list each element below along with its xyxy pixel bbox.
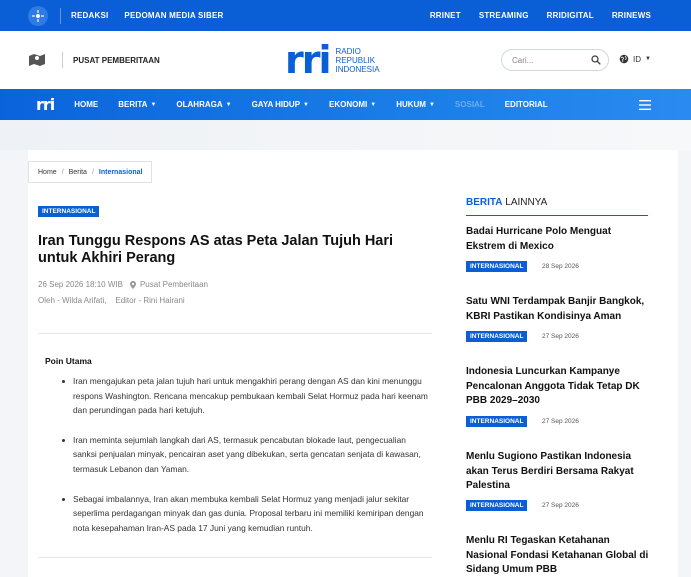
nav-item-label: HOME <box>74 100 99 109</box>
nav-item-label: HUKUM <box>396 100 426 109</box>
top-link-streaming[interactable]: STREAMING <box>479 11 529 20</box>
breadcrumb-separator: / <box>61 168 64 176</box>
related-article-title[interactable]: Badai Hurricane Polo Menguat Ekstrem di … <box>466 225 652 254</box>
divider <box>38 557 432 558</box>
decorative-band <box>0 120 691 150</box>
related-article-title[interactable]: Satu WNI Terdampak Banjir Bangkok, KBRI … <box>466 295 652 324</box>
sidebar-heading: BERITA LAINNYA <box>466 197 547 208</box>
nav-item-label: OLAHRAGA <box>176 100 223 109</box>
nav-item-hukum[interactable]: HUKUM ▼ <box>396 100 435 109</box>
top-bar: REDAKSI PEDOMAN MEDIA SIBER RRINET STREA… <box>0 0 691 31</box>
map-icon[interactable] <box>28 53 46 67</box>
breadcrumb-home[interactable]: Home <box>38 169 57 176</box>
top-link-redaksi[interactable]: REDAKSI <box>71 11 108 20</box>
category-badge[interactable]: INTERNASIONAL <box>466 416 528 427</box>
summary-list: Iran mengajukan peta jalan tujuh hari un… <box>62 374 430 550</box>
main-nav: rri HOME BERITA ▼ OLAHRAGA ▼ GAYA HIDUP ▼ E… <box>0 89 691 120</box>
chevron-down-icon: ▼ <box>150 101 157 108</box>
nav-item-label: SOSIAL <box>454 100 485 109</box>
article-byline: Oleh - Wilda Arifati, Editor - Rini Hair… <box>38 296 185 305</box>
article-title: Iran Tunggu Respons AS atas Peta Jalan T… <box>38 233 394 266</box>
search-icon[interactable] <box>591 55 601 65</box>
related-article-date: 27 Sep 2026 <box>542 418 579 425</box>
list-item: Iran meminta sejumlah langkah dari AS, t… <box>62 433 430 477</box>
globe-icon <box>619 54 629 64</box>
region-label[interactable]: PUSAT PEMBERITAAN <box>73 56 160 65</box>
nav-item-label: BERITA <box>118 100 148 109</box>
hamburger-menu-icon[interactable] <box>639 99 651 110</box>
sidebar-heading-rest: LAINNYA <box>502 197 548 208</box>
brand-line: INDONESIA <box>335 64 380 74</box>
nav-item-berita[interactable]: BERITA ▼ <box>118 100 156 109</box>
chevron-down-icon: ▼ <box>645 56 651 62</box>
nav-item-gaya-hidup[interactable]: GAYA HIDUP ▼ <box>252 100 309 109</box>
chevron-down-icon: ▼ <box>370 101 377 108</box>
nav-item-sosial[interactable]: SOSIAL <box>455 100 485 109</box>
search-input[interactable]: Cari... <box>501 49 609 71</box>
category-badge[interactable]: INTERNASIONAL <box>466 331 528 342</box>
related-article-title[interactable]: Menlu Sugiono Pastikan Indonesia akan Te… <box>466 450 652 494</box>
nav-logo[interactable]: rri <box>36 95 55 114</box>
category-badge[interactable]: INTERNASIONAL <box>466 500 528 511</box>
divider <box>62 52 63 68</box>
category-badge[interactable]: INTERNASIONAL <box>466 261 528 272</box>
breadcrumb: Home / Berita / Internasional <box>28 161 153 183</box>
nav-item-label: EDITORIAL <box>504 100 548 109</box>
list-item: Sebagai imbalannya, Iran akan membuka ke… <box>62 492 430 536</box>
nav-item-home[interactable]: HOME <box>74 100 98 109</box>
divider <box>466 215 648 216</box>
related-article-date: 27 Sep 2026 <box>542 333 579 340</box>
sidebar-heading-bold: BERITA <box>466 197 503 208</box>
article-meta: 26 Sep 2026 18:10 WIB Pusat Pemberitaan <box>38 280 208 289</box>
breadcrumb-section[interactable]: Berita <box>69 169 87 176</box>
article-location: Pusat Pemberitaan <box>139 280 208 289</box>
language-selector[interactable]: ID ▼ <box>619 54 651 64</box>
location-pin-icon <box>129 280 136 289</box>
top-link-rrinet[interactable]: RRINET <box>430 11 461 20</box>
search-placeholder: Cari... <box>512 55 534 65</box>
brand-line: RADIO <box>335 46 361 56</box>
related-article-date: 27 Sep 2026 <box>542 502 579 509</box>
related-article-title[interactable]: Indonesia Luncurkan Kampanye Pencalonan … <box>466 365 652 409</box>
summary-heading: Poin Utama <box>45 356 92 366</box>
nav-item-olahraga[interactable]: OLAHRAGA ▼ <box>176 100 231 109</box>
brand-mark: rri <box>285 38 331 82</box>
top-link-rrinews[interactable]: RRINEWS <box>612 11 651 20</box>
nav-item-ekonomi[interactable]: EKONOMI ▼ <box>329 100 376 109</box>
list-item: Iran mengajukan peta jalan tujuh hari un… <box>62 374 430 418</box>
chevron-down-icon: ▼ <box>303 101 309 108</box>
site-logo[interactable]: rri RADIO REPUBLIK INDONESIA <box>285 38 380 82</box>
brand-line: REPUBLIK <box>335 55 376 65</box>
chevron-down-icon: ▼ <box>428 101 435 108</box>
chevron-down-icon: ▼ <box>225 101 232 108</box>
language-label: ID <box>633 54 641 64</box>
article-datetime: 26 Sep 2026 18:10 WIB <box>38 280 123 289</box>
nav-item-label: GAYA HIDUP <box>251 100 301 109</box>
category-badge[interactable]: INTERNASIONAL <box>38 206 100 217</box>
related-article-date: 28 Sep 2026 <box>542 263 579 270</box>
divider <box>38 333 432 334</box>
top-link-pedoman[interactable]: PEDOMAN MEDIA SIBER <box>124 11 223 20</box>
top-link-rridigital[interactable]: RRIDIGITAL <box>547 11 594 20</box>
divider <box>60 7 61 24</box>
breadcrumb-separator: / <box>91 168 94 176</box>
nav-item-editorial[interactable]: EDITORIAL <box>505 100 548 109</box>
nav-item-label: EKONOMI <box>329 100 368 109</box>
rri-logo-icon[interactable] <box>28 5 48 26</box>
breadcrumb-current[interactable]: Internasional <box>99 169 143 176</box>
site-header: PUSAT PEMBERITAAN rri RADIO REPUBLIK IND… <box>0 31 691 89</box>
related-article-title[interactable]: Menlu RI Tegaskan Ketahanan Nasional Fon… <box>466 534 652 577</box>
